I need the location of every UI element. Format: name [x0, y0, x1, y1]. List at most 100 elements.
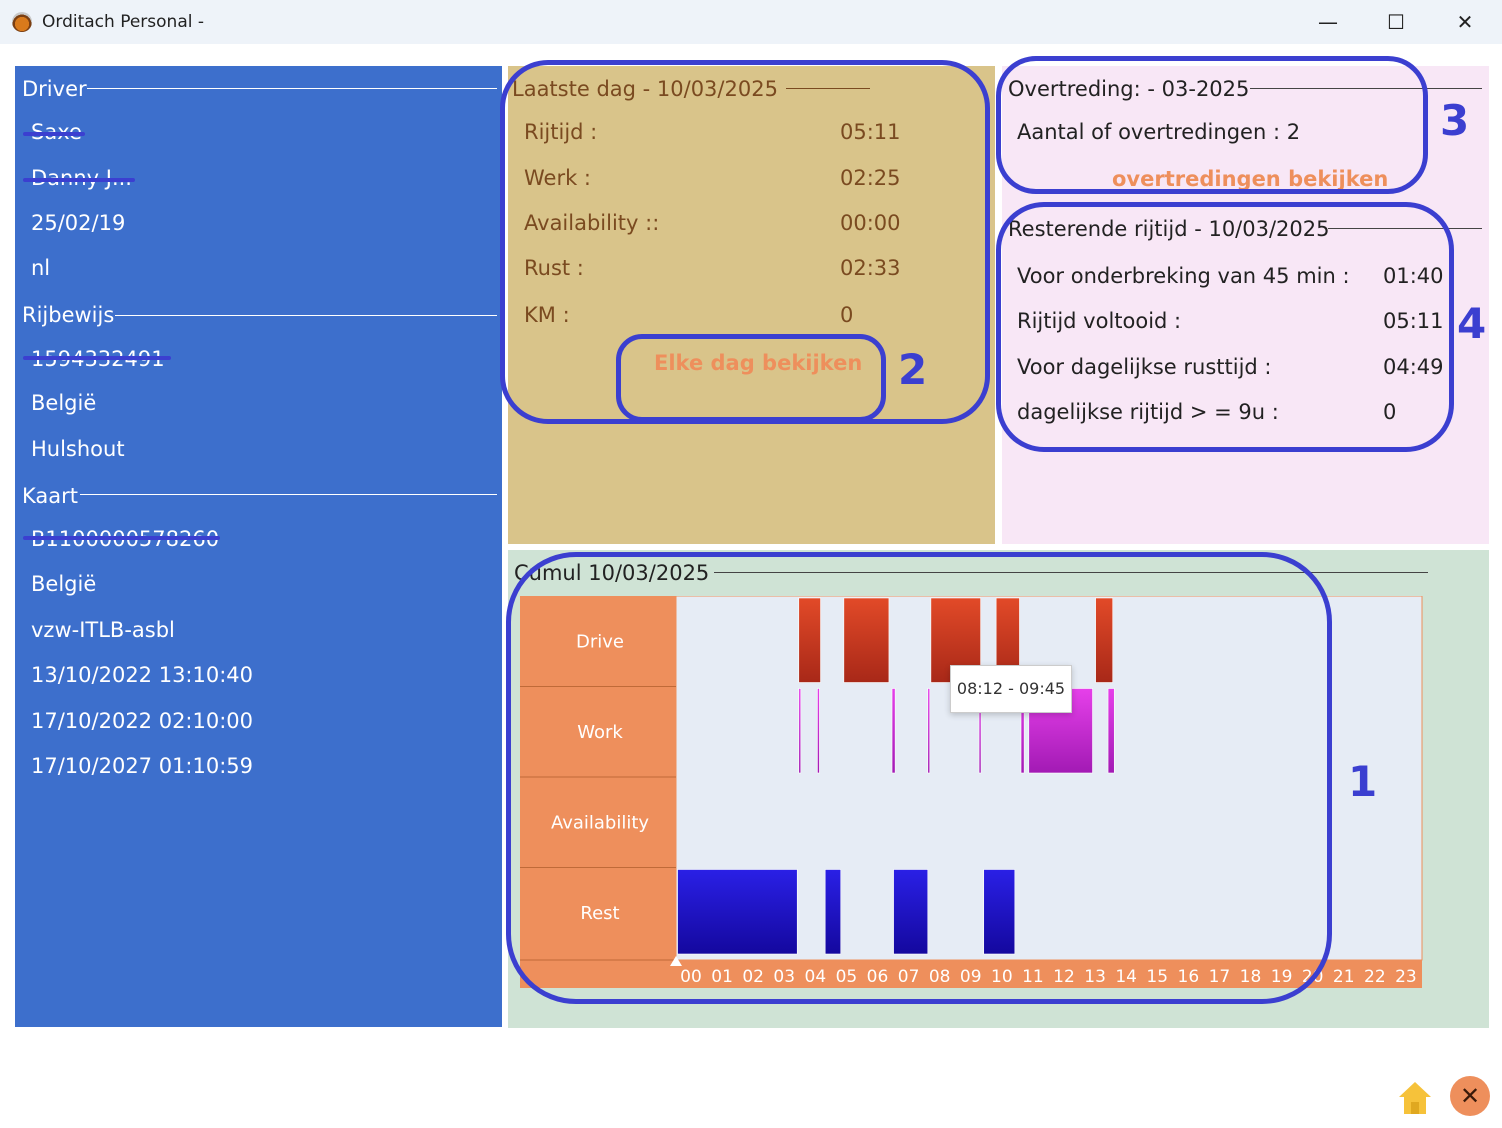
- violations-title: Overtreding: - 03-2025: [1008, 77, 1250, 101]
- hour-tick-label: 12: [1053, 967, 1075, 987]
- card-date-3: 17/10/2027 01:10:59: [31, 754, 254, 778]
- drive-time-value: 05:11: [840, 120, 901, 144]
- row-label-drive: Drive: [576, 631, 624, 652]
- violations-panel: Overtreding: - 03-2025 Aantal of overtre…: [1002, 66, 1489, 544]
- card-divider: [80, 494, 497, 495]
- hour-tick-label: 18: [1240, 967, 1262, 987]
- km-label: KM :: [524, 303, 570, 327]
- timeline-segment-work: [798, 688, 802, 774]
- hour-tick-label: 02: [742, 967, 764, 987]
- maximize-button[interactable]: ☐: [1373, 6, 1419, 38]
- before-break-label: Voor onderbreking van 45 min :: [1017, 264, 1350, 288]
- minimize-button[interactable]: —: [1305, 6, 1351, 38]
- work-time-label: Werk :: [524, 166, 591, 190]
- timeline-segment-rest: [824, 869, 842, 955]
- hour-tick-label: 03: [773, 967, 795, 987]
- last-day-title: Laatste dag - 10/03/2025: [512, 77, 778, 101]
- remaining-title: Resterende rijtijd - 10/03/2025: [1008, 217, 1330, 241]
- card-date-2: 17/10/2022 02:10:00: [31, 709, 254, 733]
- cumul-title: Cumul 10/03/2025: [514, 561, 710, 585]
- timeline-label-column: [520, 596, 676, 988]
- license-divider: [115, 315, 497, 316]
- hour-tick-label: 10: [991, 967, 1013, 987]
- row-label-rest: Rest: [580, 903, 619, 924]
- last-day-divider: [786, 88, 870, 89]
- drive-completed-value: 05:11: [1383, 309, 1444, 333]
- daily-drive-9h-value: 0: [1383, 400, 1397, 424]
- cumul-divider: [714, 572, 1428, 573]
- availability-value: 00:00: [840, 211, 901, 235]
- hour-tick-label: 13: [1084, 967, 1106, 987]
- hour-tick-label: 23: [1395, 967, 1417, 987]
- violations-divider: [1250, 88, 1482, 89]
- hour-tick-label: 21: [1333, 967, 1355, 987]
- timeline-segment-work: [891, 688, 896, 774]
- annotation-number-2: 2: [898, 345, 928, 394]
- card-issuer: vzw-ITLB-asbl: [31, 618, 175, 642]
- driver-divider: [87, 88, 497, 89]
- window-title: Orditach Personal -: [42, 12, 204, 32]
- hour-tick-label: 19: [1271, 967, 1293, 987]
- timeline-segment-rest: [983, 869, 1016, 955]
- license-section-label: Rijbewijs: [22, 303, 115, 327]
- redaction-mark: [23, 536, 220, 540]
- view-violations-button[interactable]: overtredingen bekijken: [1112, 167, 1388, 191]
- view-each-day-button[interactable]: Elke dag bekijken: [654, 351, 862, 375]
- card-country: België: [31, 572, 97, 596]
- timeline-segment-work: [1107, 688, 1115, 774]
- timeline-segment-drive: [1095, 597, 1114, 683]
- hour-tick-label: 15: [1146, 967, 1168, 987]
- row-label-work: Work: [577, 722, 623, 743]
- license-country: België: [31, 391, 97, 415]
- license-city: Hulshout: [31, 437, 125, 461]
- km-value: 0: [840, 303, 854, 327]
- work-time-value: 02:25: [840, 166, 901, 190]
- close-circle-icon[interactable]: ✕: [1450, 1076, 1490, 1116]
- hour-tick-label: 06: [867, 967, 889, 987]
- hour-tick-label: 04: [805, 967, 827, 987]
- last-day-panel: Laatste dag - 10/03/2025 Rijtijd : 05:11…: [508, 66, 995, 544]
- redaction-mark: [23, 132, 85, 136]
- remaining-divider: [1328, 228, 1482, 229]
- home-icon[interactable]: [1395, 1078, 1435, 1118]
- hour-tick-label: 22: [1364, 967, 1386, 987]
- timeline-segment-drive: [798, 597, 821, 683]
- hour-tick-label: 05: [836, 967, 858, 987]
- hour-tick-label: 20: [1302, 967, 1324, 987]
- annotation-number-4: 4: [1457, 299, 1487, 348]
- row-label-availability: Availability: [551, 812, 649, 833]
- violations-count: Aantal of overtredingen : 2: [1017, 120, 1301, 144]
- annotation-number-1: 1: [1348, 757, 1378, 806]
- hour-tick-label: 09: [960, 967, 982, 987]
- timeline-tooltip: 08:12 - 09:45: [950, 665, 1072, 713]
- timeline-segment-drive: [843, 597, 890, 683]
- hour-tick-label: 01: [711, 967, 733, 987]
- driver-section-label: Driver: [22, 77, 87, 101]
- hour-tick-label: 07: [898, 967, 920, 987]
- redaction-mark: [23, 356, 171, 360]
- title-bar: Orditach Personal - — ☐ ✕: [0, 0, 1502, 44]
- app-icon: [12, 12, 32, 32]
- hour-tick-label: 17: [1209, 967, 1231, 987]
- timeline-segment-rest: [893, 869, 929, 955]
- annotation-number-3: 3: [1440, 96, 1470, 145]
- driver-panel: Driver Saxe Danny J... 25/02/19 nl Rijbe…: [15, 66, 502, 1027]
- before-daily-rest-value: 04:49: [1383, 355, 1444, 379]
- before-daily-rest-label: Voor dagelijkse rusttijd :: [1017, 355, 1272, 379]
- driver-birthdate: 25/02/19: [31, 211, 126, 235]
- hour-tick-label: 16: [1178, 967, 1200, 987]
- timeline-segment-work: [817, 688, 820, 774]
- before-break-value: 01:40: [1383, 264, 1444, 288]
- redaction-mark: [23, 178, 135, 182]
- hour-tick-label: 14: [1115, 967, 1137, 987]
- hour-tick-label: 00: [680, 967, 702, 987]
- rest-time-value: 02:33: [840, 256, 901, 280]
- driver-language: nl: [31, 256, 51, 280]
- close-window-button[interactable]: ✕: [1442, 6, 1488, 38]
- drive-time-label: Rijtijd :: [524, 120, 598, 144]
- drive-completed-label: Rijtijd voltooid :: [1017, 309, 1182, 333]
- timeline-segment-work: [927, 688, 931, 774]
- activity-timeline-chart: Drive Work Availability Rest 00 01 02 03 04 05 06…: [520, 596, 1423, 988]
- timeline-segment-rest: [677, 869, 798, 955]
- card-date-1: 13/10/2022 13:10:40: [31, 663, 254, 687]
